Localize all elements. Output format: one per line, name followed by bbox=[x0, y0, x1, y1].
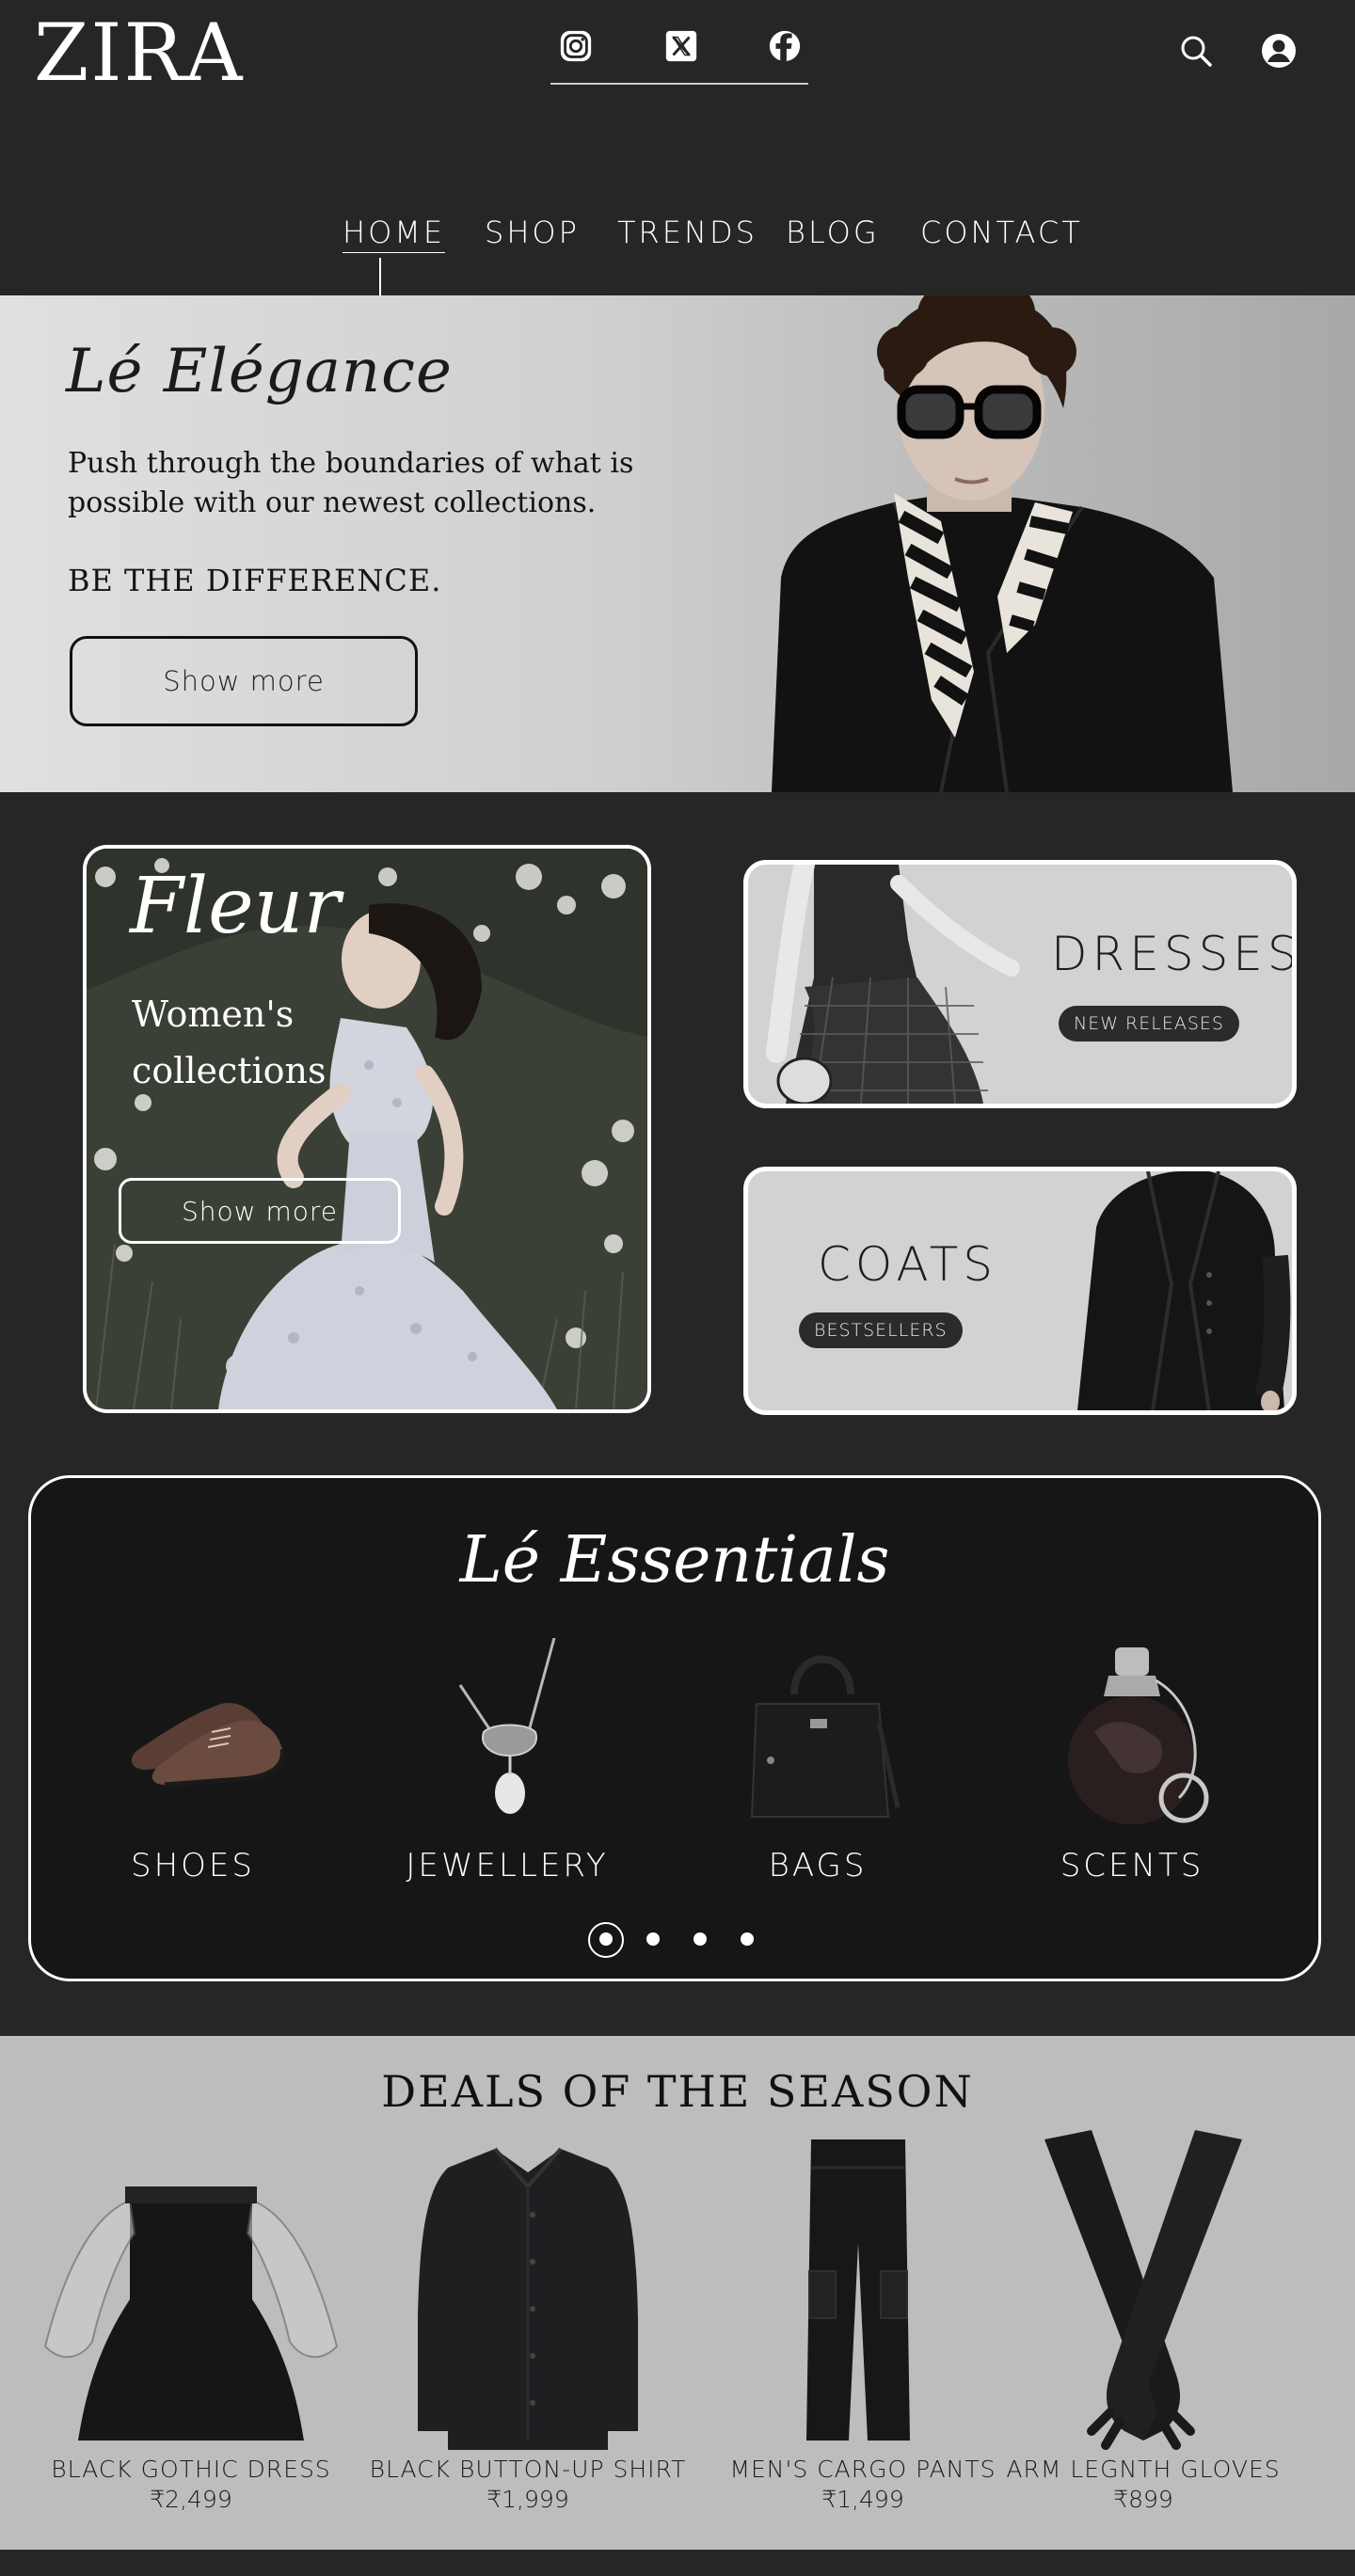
dresses-label: DRESSES bbox=[1051, 927, 1297, 981]
essentials-item-shoes[interactable]: SHOES bbox=[80, 1638, 306, 1939]
deal-price: ₹1,499 bbox=[821, 2486, 904, 2513]
hero-show-more-button[interactable]: Show more bbox=[70, 636, 418, 726]
perfume-image bbox=[1068, 1647, 1209, 1824]
shoes-image bbox=[131, 1703, 285, 1788]
deal-name: ARM LEGNTH GLOVES bbox=[1006, 2456, 1281, 2483]
deal-name: BLACK BUTTON-UP SHIRT bbox=[369, 2456, 687, 2483]
bags-label: BAGS bbox=[768, 1847, 868, 1884]
deals-section: DEALS OF THE SEASON BLACK GOTHIC DRESS ₹… bbox=[0, 2036, 1355, 2550]
shirt-image bbox=[418, 2147, 638, 2450]
bag-image bbox=[750, 1655, 901, 1818]
main-nav: HOME SHOP TRENDS BLOG CONTACT bbox=[0, 215, 1355, 262]
footer-strip bbox=[0, 2550, 1355, 2576]
fleur-subtitle: Women's collections bbox=[132, 994, 327, 1091]
deal-price: ₹2,499 bbox=[150, 2486, 232, 2513]
fleur-show-more-button[interactable]: Show more bbox=[119, 1178, 401, 1244]
essentials-section: Lé Essentials SHOES JEWELLERY BAGS SCENT… bbox=[28, 1475, 1321, 1981]
nav-shop[interactable]: SHOP bbox=[485, 215, 580, 250]
bestsellers-badge: BESTSELLERS bbox=[799, 1312, 963, 1348]
nav-blog[interactable]: BLOG bbox=[786, 215, 880, 250]
instagram-icon[interactable] bbox=[558, 28, 594, 64]
hero-tagline: BE THE DIFFERENCE. bbox=[68, 563, 442, 598]
hero-text: Push through the boundaries of what is p… bbox=[68, 447, 634, 519]
carousel-dot-4[interactable] bbox=[741, 1932, 754, 1946]
coats-label: COATS bbox=[818, 1237, 997, 1292]
gloves-image bbox=[1044, 2130, 1242, 2450]
shoes-label: SHOES bbox=[131, 1847, 255, 1884]
nav-home[interactable]: HOME bbox=[343, 215, 446, 253]
essentials-item-bags[interactable]: BAGS bbox=[705, 1638, 931, 1939]
cargo-pants-image bbox=[806, 2139, 910, 2441]
coats-model-image bbox=[1077, 1171, 1291, 1410]
category-card-coats[interactable]: COATS BESTSELLERS bbox=[743, 1167, 1297, 1415]
hero-model-image bbox=[772, 295, 1233, 792]
deal-item-arm-gloves[interactable]: ARM LEGNTH GLOVES ₹899 bbox=[988, 2130, 1299, 2544]
dresses-model-image bbox=[766, 865, 1020, 1104]
hero-banner: Lé Elégance Push through the boundaries … bbox=[0, 295, 1355, 792]
deals-title: DEALS OF THE SEASON bbox=[381, 2066, 974, 2117]
carousel-dots bbox=[588, 1920, 795, 1958]
social-links bbox=[550, 24, 808, 85]
facebook-icon[interactable] bbox=[767, 28, 803, 64]
fleur-title: Fleur bbox=[130, 862, 341, 951]
gothic-dress-image bbox=[43, 2186, 339, 2441]
nav-trends[interactable]: TRENDS bbox=[617, 215, 757, 250]
essentials-title: Lé Essentials bbox=[459, 1523, 890, 1598]
necklace-image bbox=[458, 1638, 556, 1814]
deal-item-button-up-shirt[interactable]: BLACK BUTTON-UP SHIRT ₹1,999 bbox=[370, 2130, 685, 2544]
deal-name: BLACK GOTHIC DRESS bbox=[51, 2456, 331, 2483]
user-icon[interactable] bbox=[1260, 32, 1298, 70]
essentials-item-scents[interactable]: SCENTS bbox=[1019, 1638, 1245, 1939]
scents-label: SCENTS bbox=[1060, 1847, 1204, 1884]
nav-contact[interactable]: CONTACT bbox=[920, 215, 1083, 250]
brand-logo[interactable]: ZIRA bbox=[34, 13, 244, 92]
carousel-dot-2[interactable] bbox=[646, 1932, 660, 1946]
fleur-collection-card[interactable]: Fleur Women's collections Show more bbox=[83, 845, 651, 1413]
site-header: ZIRA HOME SHOP TRENDS BLOG CONTACT bbox=[0, 0, 1355, 295]
category-card-dresses[interactable]: DRESSES NEW RELEASES bbox=[743, 860, 1297, 1108]
new-releases-badge: NEW RELEASES bbox=[1059, 1006, 1239, 1042]
deal-price: ₹899 bbox=[1113, 2486, 1173, 2513]
essentials-item-jewellery[interactable]: JEWELLERY bbox=[394, 1638, 620, 1939]
x-icon[interactable] bbox=[663, 28, 699, 64]
hero-script-title: Lé Elégance bbox=[66, 337, 453, 406]
deal-item-gothic-dress[interactable]: BLACK GOTHIC DRESS ₹2,499 bbox=[36, 2130, 346, 2544]
deal-price: ₹1,999 bbox=[486, 2486, 569, 2513]
carousel-dot-1[interactable] bbox=[599, 1932, 613, 1946]
search-icon[interactable] bbox=[1177, 32, 1215, 70]
jewellery-label: JEWELLERY bbox=[406, 1847, 609, 1884]
carousel-dot-3[interactable] bbox=[693, 1932, 707, 1946]
active-nav-indicator bbox=[379, 258, 381, 295]
